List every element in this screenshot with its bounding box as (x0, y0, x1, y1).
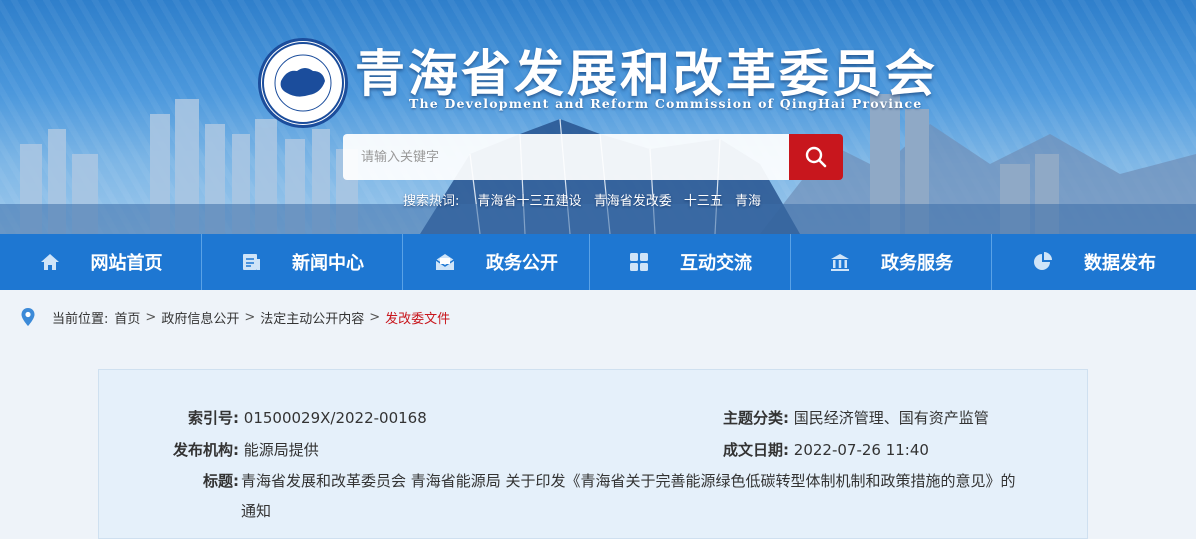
nav-item-news[interactable]: 新闻中心 (202, 234, 403, 290)
title-row: 标题: 青海省发展和改革委员会 青海省能源局 关于印发《青海省关于完善能源绿色低… (195, 466, 1025, 526)
nav-item-home[interactable]: 网站首页 (0, 234, 202, 290)
header-banner: 青海省发展和改革委员会 The Development and Reform C… (0, 0, 1196, 234)
publisher-row: 发布机构: 能源局提供 (157, 439, 319, 460)
publisher-value: 能源局提供 (243, 441, 319, 459)
emblem-logo[interactable] (258, 38, 348, 128)
title-label: 标题: (203, 472, 239, 490)
topic-label: 主题分类: (723, 409, 789, 427)
document-info-panel: 索引号: 01500029X/2022-00168 主题分类: 国民经济管理、国… (98, 369, 1088, 539)
pie-chart-icon (1034, 252, 1052, 270)
topic-row: 主题分类: 国民经济管理、国有资产监管 (707, 407, 989, 428)
breadcrumb-separator: > (244, 309, 256, 325)
hot-search-words: 搜索热词: 青海省十三五建设 青海省发改委 十三五 青海 (403, 190, 769, 209)
nav-item-label: 政务公开 (486, 253, 558, 274)
nav-item-label: 互动交流 (680, 253, 752, 274)
date-value: 2022-07-26 11:40 (793, 441, 929, 459)
nav-item-interaction[interactable]: 互动交流 (590, 234, 791, 290)
date-label: 成文日期: (723, 441, 789, 459)
search-button[interactable] (789, 134, 843, 180)
search-bar (343, 134, 843, 180)
grid-icon (630, 253, 648, 271)
main-nav: 网站首页 新闻中心 政务公开 互动交流 政务服务 数据发布 (0, 234, 1196, 290)
breadcrumb-current[interactable]: 发改委文件 (385, 308, 450, 327)
nav-item-label: 网站首页 (90, 253, 163, 274)
emblem-icon (262, 42, 344, 124)
nav-item-label: 政务服务 (881, 253, 953, 274)
index-value: 01500029X/2022-00168 (243, 409, 427, 427)
hot-word-link[interactable]: 青海 (735, 194, 761, 209)
nav-item-gov-affairs[interactable]: 政务公开 (403, 234, 590, 290)
building-icon (831, 254, 849, 271)
hot-word-link[interactable]: 青海省发改委 (594, 194, 672, 209)
mail-icon (435, 254, 455, 270)
breadcrumb-statutory[interactable]: 法定主动公开内容 (260, 308, 364, 327)
nav-item-services[interactable]: 政务服务 (791, 234, 992, 290)
date-row: 成文日期: 2022-07-26 11:40 (707, 439, 929, 460)
search-icon (805, 146, 827, 168)
breadcrumb-gov-info[interactable]: 政府信息公开 (161, 308, 239, 327)
breadcrumb-home[interactable]: 首页 (114, 308, 140, 327)
location-pin-icon (21, 308, 35, 326)
hot-words-label: 搜索热词: (403, 194, 460, 209)
index-label: 索引号: (188, 409, 239, 427)
breadcrumb: 当前位置: 首页 > 政府信息公开 > 法定主动公开内容 > 发改委文件 (20, 307, 450, 327)
publisher-label: 发布机构: (173, 441, 239, 459)
breadcrumb-prefix: 当前位置: (52, 311, 109, 327)
nav-item-label: 数据发布 (1084, 253, 1156, 274)
breadcrumb-separator: > (145, 309, 157, 325)
hot-word-link[interactable]: 十三五 (684, 194, 723, 209)
index-row: 索引号: 01500029X/2022-00168 (157, 407, 427, 428)
site-subtitle: The Development and Reform Commission of… (409, 96, 923, 111)
breadcrumb-separator: > (369, 309, 381, 325)
home-icon (40, 254, 59, 270)
search-input[interactable] (343, 134, 789, 180)
topic-value: 国民经济管理、国有资产监管 (793, 409, 989, 427)
hot-word-link[interactable]: 青海省十三五建设 (478, 194, 582, 209)
document-title: 青海省发展和改革委员会 青海省能源局 关于印发《青海省关于完善能源绿色低碳转型体… (241, 472, 1016, 520)
nav-item-data[interactable]: 数据发布 (992, 234, 1196, 290)
nav-item-label: 新闻中心 (292, 253, 364, 274)
news-icon (243, 254, 260, 270)
